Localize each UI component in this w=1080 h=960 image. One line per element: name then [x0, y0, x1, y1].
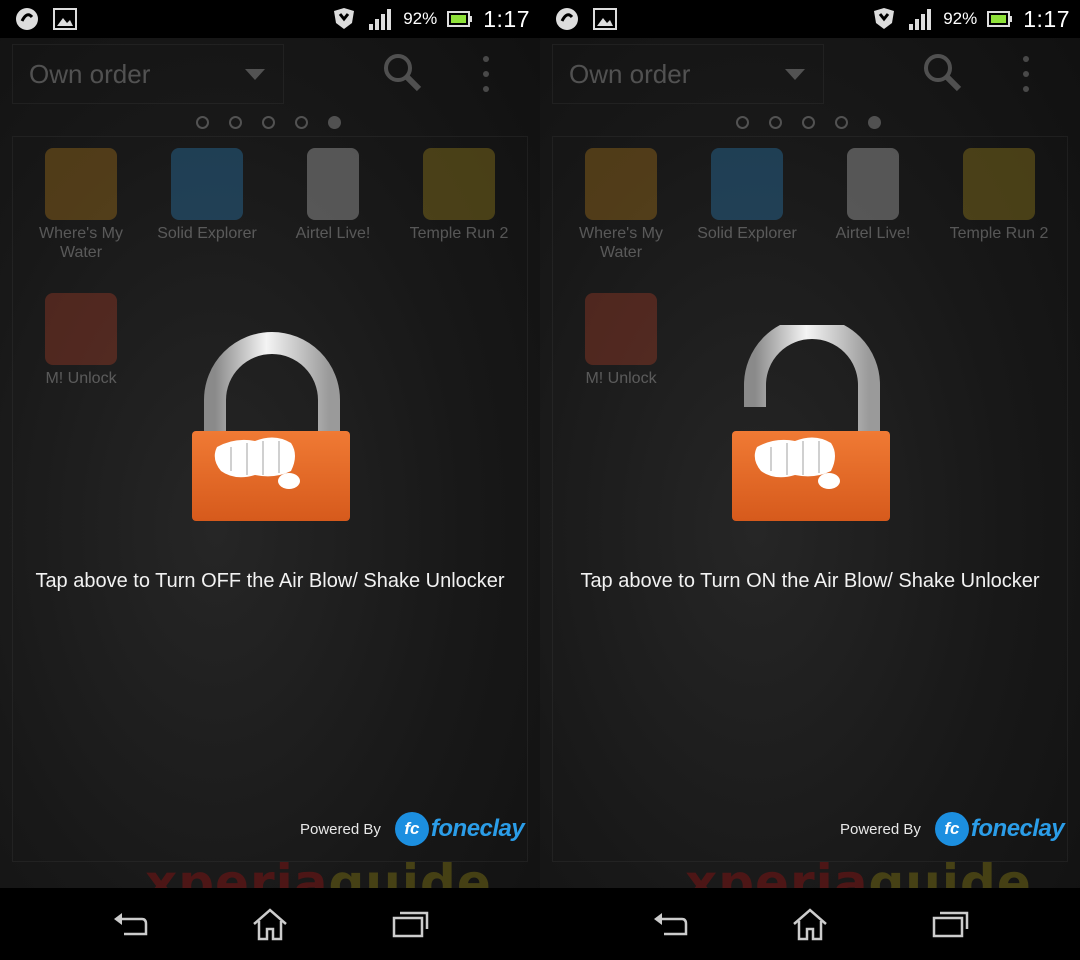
page-indicator: [736, 116, 881, 129]
m-unlock-icon: [45, 293, 117, 365]
app-label: M! Unlock: [585, 370, 657, 387]
temple-run-icon: [963, 148, 1035, 220]
wheres-my-water-icon: [585, 148, 657, 220]
recent-apps-icon[interactable]: [385, 899, 435, 949]
status-message: Tap above to Turn ON the Air Blow/ Shake…: [580, 570, 1040, 592]
app-label: Airtel Live!: [835, 225, 911, 242]
swiftkey-icon: [14, 6, 40, 32]
navigation-bar: [0, 888, 540, 960]
status-time: 1:17: [483, 5, 530, 32]
status-bar: 92% 1:17: [0, 0, 540, 38]
phone-screen-left: 92% 1:17 Own order Where's My Water Soli…: [0, 0, 540, 960]
shield-icon: [331, 6, 357, 32]
status-message: Tap above to Turn OFF the Air Blow/ Shak…: [35, 570, 505, 592]
app-solid-explorer[interactable]: Solid Explorer: [684, 148, 810, 243]
gallery-icon: [52, 6, 78, 32]
recent-apps-icon[interactable]: [925, 899, 975, 949]
lock-toggle-button[interactable]: [185, 325, 360, 530]
app-label: Airtel Live!: [295, 225, 371, 242]
page-indicator: [196, 116, 341, 129]
foneclay-badge: fc: [934, 812, 969, 846]
solid-explorer-icon: [171, 148, 243, 220]
powered-by-label: Powered By: [840, 820, 921, 838]
lock-toggle-button[interactable]: [725, 317, 900, 530]
foneclay-wordmark: foneclay: [970, 815, 1065, 842]
app-m-unlock[interactable]: M! Unlock: [558, 293, 684, 388]
app-wheres-my-water[interactable]: Where's My Water: [558, 148, 684, 262]
solid-explorer-icon: [711, 148, 783, 220]
app-label: M! Unlock: [45, 370, 117, 387]
battery-icon: [447, 6, 473, 32]
sort-order-label: Own order: [569, 58, 691, 89]
powered-by: Powered By fc foneclay: [300, 812, 525, 846]
app-label: Temple Run 2: [409, 225, 509, 242]
app-airtel-live[interactable]: Airtel Live!: [270, 148, 396, 243]
search-icon[interactable]: [382, 52, 422, 92]
powered-by-label: Powered By: [300, 820, 381, 838]
battery-percent: 92%: [943, 9, 978, 28]
battery-icon: [987, 6, 1013, 32]
padlock-unlocked-icon: [732, 317, 890, 521]
foneclay-wordmark: foneclay: [430, 815, 525, 842]
status-time: 1:17: [1023, 5, 1070, 32]
app-temple-run-2[interactable]: Temple Run 2: [936, 148, 1062, 243]
app-label: Solid Explorer: [697, 225, 797, 242]
overflow-menu-icon[interactable]: [1020, 56, 1032, 92]
app-label: Solid Explorer: [157, 225, 257, 242]
app-label: Where's My Water: [39, 225, 123, 261]
app-airtel-live[interactable]: Airtel Live!: [810, 148, 936, 243]
navigation-bar: [540, 888, 1080, 960]
battery-percent: 92%: [403, 9, 438, 28]
app-label: Temple Run 2: [949, 225, 1049, 242]
app-temple-run-2[interactable]: Temple Run 2: [396, 148, 522, 243]
temple-run-icon: [423, 148, 495, 220]
sort-order-dropdown[interactable]: Own order: [552, 44, 824, 104]
sim-card-icon: [307, 148, 359, 220]
overflow-menu-icon[interactable]: [480, 56, 492, 92]
search-icon[interactable]: [922, 52, 962, 92]
app-m-unlock[interactable]: M! Unlock: [18, 293, 144, 388]
home-icon[interactable]: [245, 899, 295, 949]
foneclay-logo[interactable]: fc foneclay: [934, 812, 1065, 846]
chevron-down-icon: [785, 69, 805, 80]
sort-order-label: Own order: [29, 58, 151, 89]
back-icon[interactable]: [105, 899, 155, 949]
foneclay-badge: fc: [394, 812, 429, 846]
chevron-down-icon: [245, 69, 265, 80]
back-icon[interactable]: [645, 899, 695, 949]
m-unlock-icon: [585, 293, 657, 365]
shield-icon: [871, 6, 897, 32]
app-label: Where's My Water: [579, 225, 663, 261]
signal-icon: [907, 6, 933, 32]
padlock-locked-icon: [192, 332, 350, 521]
powered-by: Powered By fc foneclay: [840, 812, 1065, 846]
app-wheres-my-water[interactable]: Where's My Water: [18, 148, 144, 262]
sim-card-icon: [847, 148, 899, 220]
app-solid-explorer[interactable]: Solid Explorer: [144, 148, 270, 243]
status-bar: 92% 1:17: [540, 0, 1080, 38]
foneclay-logo[interactable]: fc foneclay: [394, 812, 525, 846]
phone-screen-right: 92% 1:17 Own order Where's My Water Soli…: [540, 0, 1080, 960]
signal-icon: [367, 6, 393, 32]
home-icon[interactable]: [785, 899, 835, 949]
sort-order-dropdown[interactable]: Own order: [12, 44, 284, 104]
swiftkey-icon: [554, 6, 580, 32]
wheres-my-water-icon: [45, 148, 117, 220]
gallery-icon: [592, 6, 618, 32]
